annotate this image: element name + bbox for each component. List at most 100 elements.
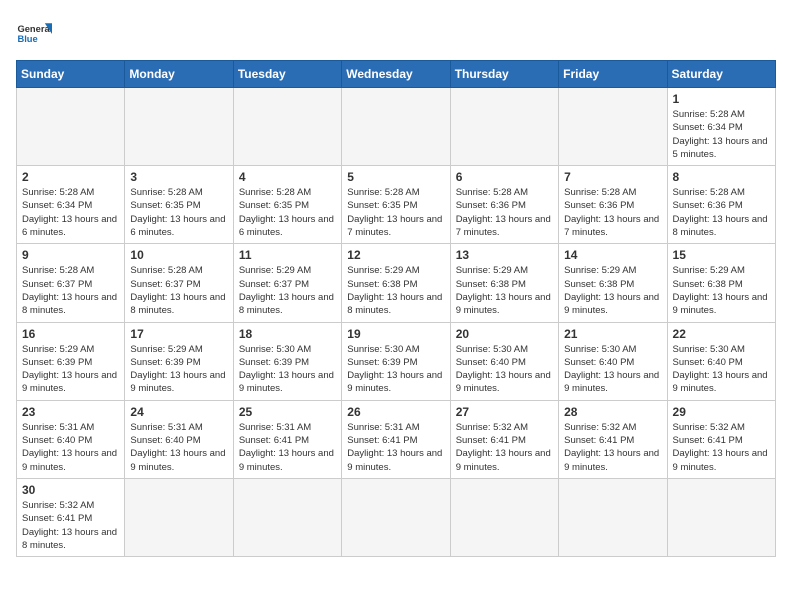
day-info: Sunrise: 5:30 AM Sunset: 6:40 PM Dayligh… [673, 343, 770, 396]
calendar-cell [342, 88, 450, 166]
day-info: Sunrise: 5:30 AM Sunset: 6:40 PM Dayligh… [456, 343, 553, 396]
calendar-cell [559, 88, 667, 166]
calendar-cell [17, 88, 125, 166]
day-info: Sunrise: 5:29 AM Sunset: 6:38 PM Dayligh… [456, 264, 553, 317]
day-number: 10 [130, 248, 227, 262]
calendar-cell: 14 Sunrise: 5:29 AM Sunset: 6:38 PM Dayli… [559, 244, 667, 322]
day-number: 4 [239, 170, 336, 184]
day-number: 3 [130, 170, 227, 184]
day-info: Sunrise: 5:31 AM Sunset: 6:41 PM Dayligh… [347, 421, 444, 474]
calendar-cell: 30Sunrise: 5:32 AM Sunset: 6:41 PM Dayli… [17, 478, 125, 556]
calendar-cell: 22 Sunrise: 5:30 AM Sunset: 6:40 PM Dayli… [667, 322, 775, 400]
calendar-cell: 15Sunrise: 5:29 AM Sunset: 6:38 PM Dayli… [667, 244, 775, 322]
day-number: 9 [22, 248, 119, 262]
weekday-header-tuesday: Tuesday [233, 61, 341, 88]
day-info: Sunrise: 5:28 AM Sunset: 6:34 PM Dayligh… [22, 186, 119, 239]
day-info: Sunrise: 5:29 AM Sunset: 6:39 PM Dayligh… [22, 343, 119, 396]
calendar-cell: 17Sunrise: 5:29 AM Sunset: 6:39 PM Dayli… [125, 322, 233, 400]
day-number: 23 [22, 405, 119, 419]
weekday-header-thursday: Thursday [450, 61, 558, 88]
calendar-cell: 12Sunrise: 5:29 AM Sunset: 6:38 PM Dayli… [342, 244, 450, 322]
weekday-header-wednesday: Wednesday [342, 61, 450, 88]
calendar-cell [667, 478, 775, 556]
calendar-cell: 6 Sunrise: 5:28 AM Sunset: 6:36 PM Daylig… [450, 166, 558, 244]
day-number: 12 [347, 248, 444, 262]
day-info: Sunrise: 5:31 AM Sunset: 6:40 PM Dayligh… [130, 421, 227, 474]
day-number: 26 [347, 405, 444, 419]
day-info: Sunrise: 5:28 AM Sunset: 6:35 PM Dayligh… [130, 186, 227, 239]
day-number: 28 [564, 405, 661, 419]
day-number: 7 [564, 170, 661, 184]
calendar-cell: 26 Sunrise: 5:31 AM Sunset: 6:41 PM Dayli… [342, 400, 450, 478]
calendar-cell [233, 478, 341, 556]
calendar-cell: 18 Sunrise: 5:30 AM Sunset: 6:39 PM Dayli… [233, 322, 341, 400]
day-info: Sunrise: 5:32 AM Sunset: 6:41 PM Dayligh… [564, 421, 661, 474]
calendar-cell: 1Sunrise: 5:28 AM Sunset: 6:34 PM Daylig… [667, 88, 775, 166]
calendar-cell: 25 Sunrise: 5:31 AM Sunset: 6:41 PM Dayli… [233, 400, 341, 478]
day-info: Sunrise: 5:28 AM Sunset: 6:35 PM Dayligh… [347, 186, 444, 239]
day-info: Sunrise: 5:29 AM Sunset: 6:38 PM Dayligh… [564, 264, 661, 317]
calendar-cell [342, 478, 450, 556]
day-number: 22 [673, 327, 770, 341]
day-number: 14 [564, 248, 661, 262]
day-number: 27 [456, 405, 553, 419]
calendar-cell: 9Sunrise: 5:28 AM Sunset: 6:37 PM Daylig… [17, 244, 125, 322]
day-number: 25 [239, 405, 336, 419]
calendar-cell [125, 88, 233, 166]
day-info: Sunrise: 5:28 AM Sunset: 6:35 PM Dayligh… [239, 186, 336, 239]
calendar-cell: 28 Sunrise: 5:32 AM Sunset: 6:41 PM Dayli… [559, 400, 667, 478]
general-blue-logo-icon: General Blue [16, 16, 52, 52]
header: General Blue [16, 16, 776, 52]
calendar-cell: 19 Sunrise: 5:30 AM Sunset: 6:39 PM Dayli… [342, 322, 450, 400]
logo: General Blue [16, 16, 52, 52]
day-info: Sunrise: 5:28 AM Sunset: 6:36 PM Dayligh… [564, 186, 661, 239]
calendar-table: SundayMondayTuesdayWednesdayThursdayFrid… [16, 60, 776, 557]
day-number: 2 [22, 170, 119, 184]
calendar-cell: 11Sunrise: 5:29 AM Sunset: 6:37 PM Dayli… [233, 244, 341, 322]
day-number: 16 [22, 327, 119, 341]
day-info: Sunrise: 5:28 AM Sunset: 6:37 PM Dayligh… [130, 264, 227, 317]
calendar-cell [233, 88, 341, 166]
day-number: 15 [673, 248, 770, 262]
calendar-cell [450, 88, 558, 166]
calendar-cell: 7 Sunrise: 5:28 AM Sunset: 6:36 PM Daylig… [559, 166, 667, 244]
calendar-cell: 16 Sunrise: 5:29 AM Sunset: 6:39 PM Dayli… [17, 322, 125, 400]
day-info: Sunrise: 5:28 AM Sunset: 6:36 PM Dayligh… [456, 186, 553, 239]
calendar-cell: 13 Sunrise: 5:29 AM Sunset: 6:38 PM Dayli… [450, 244, 558, 322]
calendar-cell [125, 478, 233, 556]
calendar-cell: 20Sunrise: 5:30 AM Sunset: 6:40 PM Dayli… [450, 322, 558, 400]
day-number: 19 [347, 327, 444, 341]
weekday-header-friday: Friday [559, 61, 667, 88]
day-number: 5 [347, 170, 444, 184]
day-info: Sunrise: 5:30 AM Sunset: 6:39 PM Dayligh… [239, 343, 336, 396]
calendar-cell: 27Sunrise: 5:32 AM Sunset: 6:41 PM Dayli… [450, 400, 558, 478]
weekday-header-saturday: Saturday [667, 61, 775, 88]
day-info: Sunrise: 5:30 AM Sunset: 6:40 PM Dayligh… [564, 343, 661, 396]
calendar-cell: 24 Sunrise: 5:31 AM Sunset: 6:40 PM Dayli… [125, 400, 233, 478]
day-number: 6 [456, 170, 553, 184]
day-number: 11 [239, 248, 336, 262]
day-info: Sunrise: 5:31 AM Sunset: 6:40 PM Dayligh… [22, 421, 119, 474]
day-number: 17 [130, 327, 227, 341]
svg-text:Blue: Blue [17, 34, 37, 44]
day-number: 8 [673, 170, 770, 184]
day-number: 29 [673, 405, 770, 419]
day-number: 1 [673, 92, 770, 106]
calendar-cell: 10 Sunrise: 5:28 AM Sunset: 6:37 PM Dayli… [125, 244, 233, 322]
day-info: Sunrise: 5:30 AM Sunset: 6:39 PM Dayligh… [347, 343, 444, 396]
day-info: Sunrise: 5:31 AM Sunset: 6:41 PM Dayligh… [239, 421, 336, 474]
calendar-cell: 3 Sunrise: 5:28 AM Sunset: 6:35 PM Daylig… [125, 166, 233, 244]
calendar-cell: 21Sunrise: 5:30 AM Sunset: 6:40 PM Dayli… [559, 322, 667, 400]
day-number: 13 [456, 248, 553, 262]
weekday-header-monday: Monday [125, 61, 233, 88]
calendar-cell: 8 Sunrise: 5:28 AM Sunset: 6:36 PM Daylig… [667, 166, 775, 244]
day-number: 18 [239, 327, 336, 341]
day-info: Sunrise: 5:32 AM Sunset: 6:41 PM Dayligh… [673, 421, 770, 474]
calendar-cell: 23 Sunrise: 5:31 AM Sunset: 6:40 PM Dayli… [17, 400, 125, 478]
calendar-cell: 4 Sunrise: 5:28 AM Sunset: 6:35 PM Daylig… [233, 166, 341, 244]
day-number: 24 [130, 405, 227, 419]
calendar-cell: 29 Sunrise: 5:32 AM Sunset: 6:41 PM Dayli… [667, 400, 775, 478]
calendar-cell: 2 Sunrise: 5:28 AM Sunset: 6:34 PM Daylig… [17, 166, 125, 244]
weekday-header-sunday: Sunday [17, 61, 125, 88]
day-info: Sunrise: 5:28 AM Sunset: 6:36 PM Dayligh… [673, 186, 770, 239]
